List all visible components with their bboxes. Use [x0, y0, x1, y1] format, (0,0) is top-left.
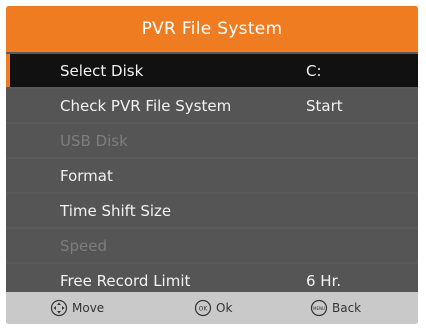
menu-button-icon: MENU — [310, 299, 328, 317]
back-hint-label: Back — [332, 301, 362, 315]
menu-item-value: Start — [306, 96, 343, 115]
menu-item-label: Speed — [60, 236, 108, 255]
ok-hint-label: Ok — [216, 301, 233, 315]
back-hint: MENU Back — [310, 292, 361, 324]
menu-item-value: C: — [306, 61, 322, 80]
menu-item-format[interactable]: Format — [6, 159, 418, 192]
ok-button-icon: OK — [194, 299, 212, 317]
menu-item-label: Check PVR File System — [60, 96, 232, 115]
menu-list: Select Disk C: Check PVR File System Sta… — [6, 54, 418, 299]
dialog-title-bar: PVR File System — [6, 6, 418, 52]
menu-item-select-disk[interactable]: Select Disk C: — [6, 54, 418, 87]
menu-item-speed: Speed — [6, 229, 418, 262]
move-hint-label: Move — [72, 301, 105, 315]
menu-item-label: Free Record Limit — [60, 271, 191, 290]
footer-hint-bar: Move OK Ok MENU Back — [6, 292, 418, 324]
menu-item-label: Select Disk — [60, 61, 144, 80]
menu-item-label: Format — [60, 166, 113, 185]
ok-hint: OK Ok — [194, 292, 232, 324]
move-hint: Move — [50, 292, 104, 324]
menu-item-check-pvr-file-system[interactable]: Check PVR File System Start — [6, 89, 418, 122]
menu-item-label: Time Shift Size — [60, 201, 172, 220]
ok-icon-text: OK — [199, 306, 209, 313]
menu-item-time-shift-size[interactable]: Time Shift Size — [6, 194, 418, 227]
menu-item-value: 6 Hr. — [306, 271, 342, 290]
pvr-file-system-dialog: PVR File System Select Disk C: Check PVR… — [6, 6, 418, 324]
back-icon-text: MENU — [313, 306, 325, 311]
menu-item-label: USB Disk — [60, 131, 128, 150]
menu-item-usb-disk: USB Disk — [6, 124, 418, 157]
move-arrows-icon — [50, 299, 68, 317]
dialog-title: PVR File System — [141, 19, 283, 39]
